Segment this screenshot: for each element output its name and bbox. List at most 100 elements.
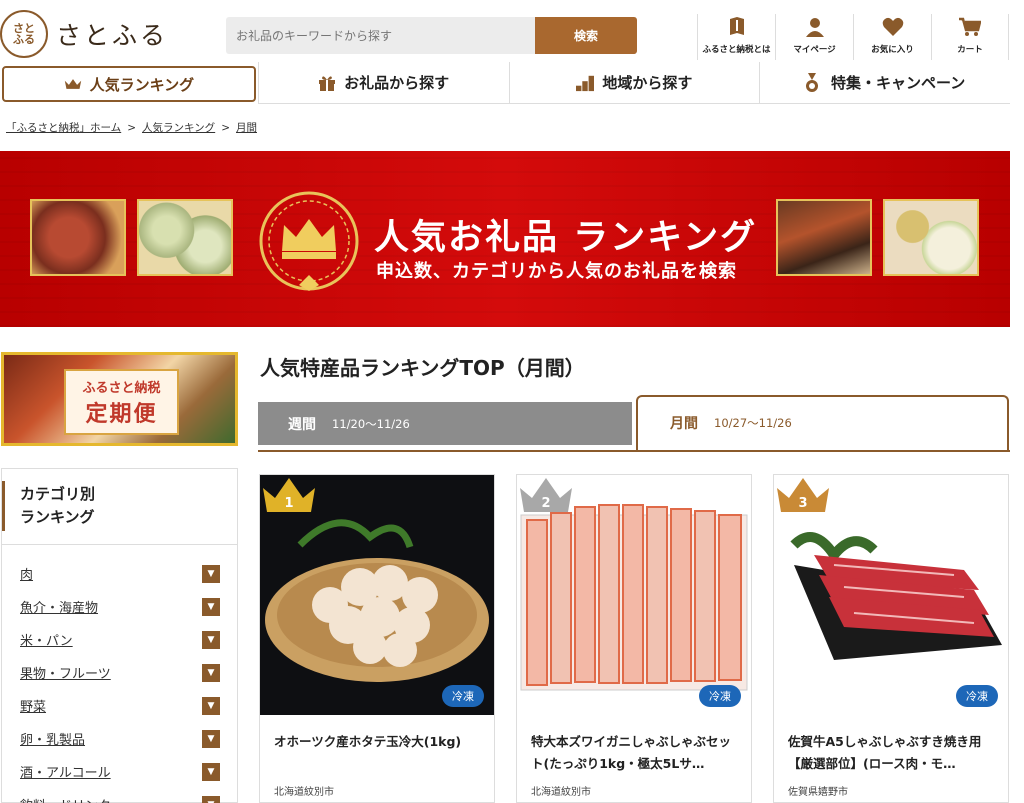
teiki-bin-banner[interactable]: ふるさと納税 定期便 [1,352,238,446]
cart-icon [959,16,981,38]
teiki-bin-badge: ふるさと納税 定期便 [64,369,179,435]
tab-weekly[interactable]: 週間 11/20〜11/26 [258,402,632,445]
rank-1-crown-icon: 1 [263,478,315,512]
category-link-vegetables[interactable]: 野菜 [20,696,46,715]
search-input[interactable] [226,17,535,54]
rank-number: 3 [798,496,807,511]
product-title[interactable]: オホーツク産ホタテ玉冷大(1kg) [274,731,484,753]
header-nav-favorites[interactable]: お気に入り [853,14,931,60]
category-link-meat[interactable]: 肉 [20,564,33,583]
medal-icon [805,72,823,92]
ranking-title: 人気特産品ランキングTOP（月間） [260,356,585,380]
product-location: 北海道紋別市 [274,787,334,798]
breadcrumb-separator: > [127,122,136,134]
category-link-dairy[interactable]: 卵・乳製品 [20,729,85,748]
gift-icon [318,74,336,92]
ranking-card[interactable]: 冷凍 特大本ズワイガニしゃぶしゃぶセット(たっぷり1kg・極太5Lサ… 北海道紋… [516,474,752,803]
expand-arrow-icon[interactable]: ▼ [202,663,220,682]
expand-arrow-icon[interactable]: ▼ [202,630,220,649]
tab-monthly-label: 月間 [670,415,698,432]
product-location: 佐賀県嬉野市 [788,787,848,798]
expand-arrow-icon[interactable]: ▼ [202,795,220,803]
product-title[interactable]: 特大本ズワイガニしゃぶしゃぶセット(たっぷり1kg・極太5Lサ… [531,731,741,775]
logo-text: さとふる [56,21,169,50]
header-nav-cart-label: カート [957,45,983,55]
expand-arrow-icon[interactable]: ▼ [202,696,220,715]
expand-arrow-icon[interactable]: ▼ [202,597,220,616]
teiki-bin-small-text: ふるさと納税 [82,381,161,396]
breadcrumb-separator: > [221,122,230,134]
frozen-badge: 冷凍 [442,685,484,707]
category-item: 肉 ▼ [2,557,237,590]
header-nav-about[interactable]: ふるさと納税とは [697,14,775,60]
expand-arrow-icon[interactable]: ▼ [202,762,220,781]
category-item: 魚介・海産物 ▼ [2,590,237,623]
book-icon [726,16,748,38]
header-nav-mypage[interactable]: マイページ [775,14,853,60]
crown-icon [64,75,82,93]
heart-icon [882,16,904,38]
header-nav-cart[interactable]: カート [931,14,1009,60]
user-icon [804,16,826,38]
breadcrumb-ranking[interactable]: 人気ランキング [142,122,215,134]
category-item: 果物・フルーツ ▼ [2,656,237,689]
banner-title: 人気お礼品 ランキング [374,217,758,258]
category-ranking-heading: カテゴリ別 ランキング [2,469,237,545]
header-nav-favorites-label: お気に入り [871,45,914,55]
tab-monthly-dates: 10/27〜11/26 [714,415,792,430]
main-nav-ranking-label: 人気ランキング [89,75,195,94]
expand-arrow-icon[interactable]: ▼ [202,729,220,748]
ranking-banner: 人気お礼品 ランキング 申込数、カテゴリから人気のお礼品を検索 [0,151,1010,327]
banner-photo-lobster [776,199,872,276]
site-logo[interactable]: さとふる さとふる [0,10,168,58]
breadcrumb-monthly[interactable]: 月間 [236,122,257,134]
category-link-seafood[interactable]: 魚介・海産物 [20,597,98,616]
category-item: 卵・乳製品 ▼ [2,722,237,755]
category-link-alcohol[interactable]: 酒・アルコール [20,762,111,781]
main-nav-region[interactable]: 地域から探す [508,62,760,104]
category-heading-line2: ランキング [20,508,95,527]
rank-2-crown-icon: 2 [520,478,572,512]
category-heading-line1: カテゴリ別 [20,485,96,503]
main-nav-gifts-label: お礼品から探す [344,74,450,92]
category-item: 飲料・ドリンク ▼ [2,788,237,803]
rank-number: 2 [541,496,550,511]
search-button[interactable]: 検索 [535,17,637,54]
main-nav-features[interactable]: 特集・キャンペーン [759,62,1010,104]
main-nav-ranking[interactable]: 人気ランキング [2,66,256,102]
category-ranking-box: カテゴリ別 ランキング 肉 ▼ 魚介・海産物 ▼ 米・パン ▼ 果物・フルーツ ▼ 野菜… [1,468,238,803]
teiki-bin-big-text: 定期便 [85,402,158,427]
expand-arrow-icon[interactable]: ▼ [202,564,220,583]
category-item: 米・パン ▼ [2,623,237,656]
category-item: 酒・アルコール ▼ [2,755,237,788]
main-nav-region-label: 地域から探す [602,74,693,92]
ranking-card[interactable]: 冷凍 オホーツク産ホタテ玉冷大(1kg) 北海道紋別市 [259,474,495,803]
tab-weekly-label: 週間 [288,416,316,433]
banner-photo-meat [30,199,126,276]
tab-monthly[interactable]: 月間 10/27〜11/26 [636,395,1009,452]
header-nav-mypage-label: マイページ [793,45,836,55]
breadcrumb-home[interactable]: 「ふるさと納税」ホーム [6,122,121,134]
breadcrumb: 「ふるさと納税」ホーム > 人気ランキング > 月間 [6,120,257,135]
banner-photo-sweets [883,199,979,276]
banner-photo-melon [137,199,233,276]
search-bar: 検索 [226,17,637,54]
crown-emblem-icon [259,191,359,291]
category-link-rice[interactable]: 米・パン [20,630,73,649]
category-list: 肉 ▼ 魚介・海産物 ▼ 米・パン ▼ 果物・フルーツ ▼ 野菜 ▼ 卵・乳製品 ▼ 酒・ア… [2,545,237,803]
frozen-badge: 冷凍 [956,685,998,707]
region-icon [576,74,595,92]
site-header: さとふる さとふる 検索 ふるさと納税とは マイページ お気に入り [0,0,1024,62]
banner-subtitle: 申込数、カテゴリから人気のお礼品を検索 [376,261,737,282]
header-nav-about-label: ふるさと納税とは [702,45,771,55]
category-link-fruit[interactable]: 果物・フルーツ [20,663,111,682]
logo-seal-icon: さとふる [0,10,48,58]
logo-seal-text: さとふる [13,22,35,46]
header-nav: ふるさと納税とは マイページ お気に入り カート [697,14,1009,60]
product-title[interactable]: 佐賀牛A5しゃぶしゃぶすき焼き用【厳選部位】(ロース肉・モ… [788,731,998,775]
ranking-card[interactable]: 冷凍 佐賀牛A5しゃぶしゃぶすき焼き用【厳選部位】(ロース肉・モ… 佐賀県嬉野市 [773,474,1009,803]
main-nav-gifts[interactable]: お礼品から探す [257,62,509,104]
main-nav-features-label: 特集・キャンペーン [830,74,966,92]
category-item: 野菜 ▼ [2,689,237,722]
category-link-drinks[interactable]: 飲料・ドリンク [20,795,111,803]
